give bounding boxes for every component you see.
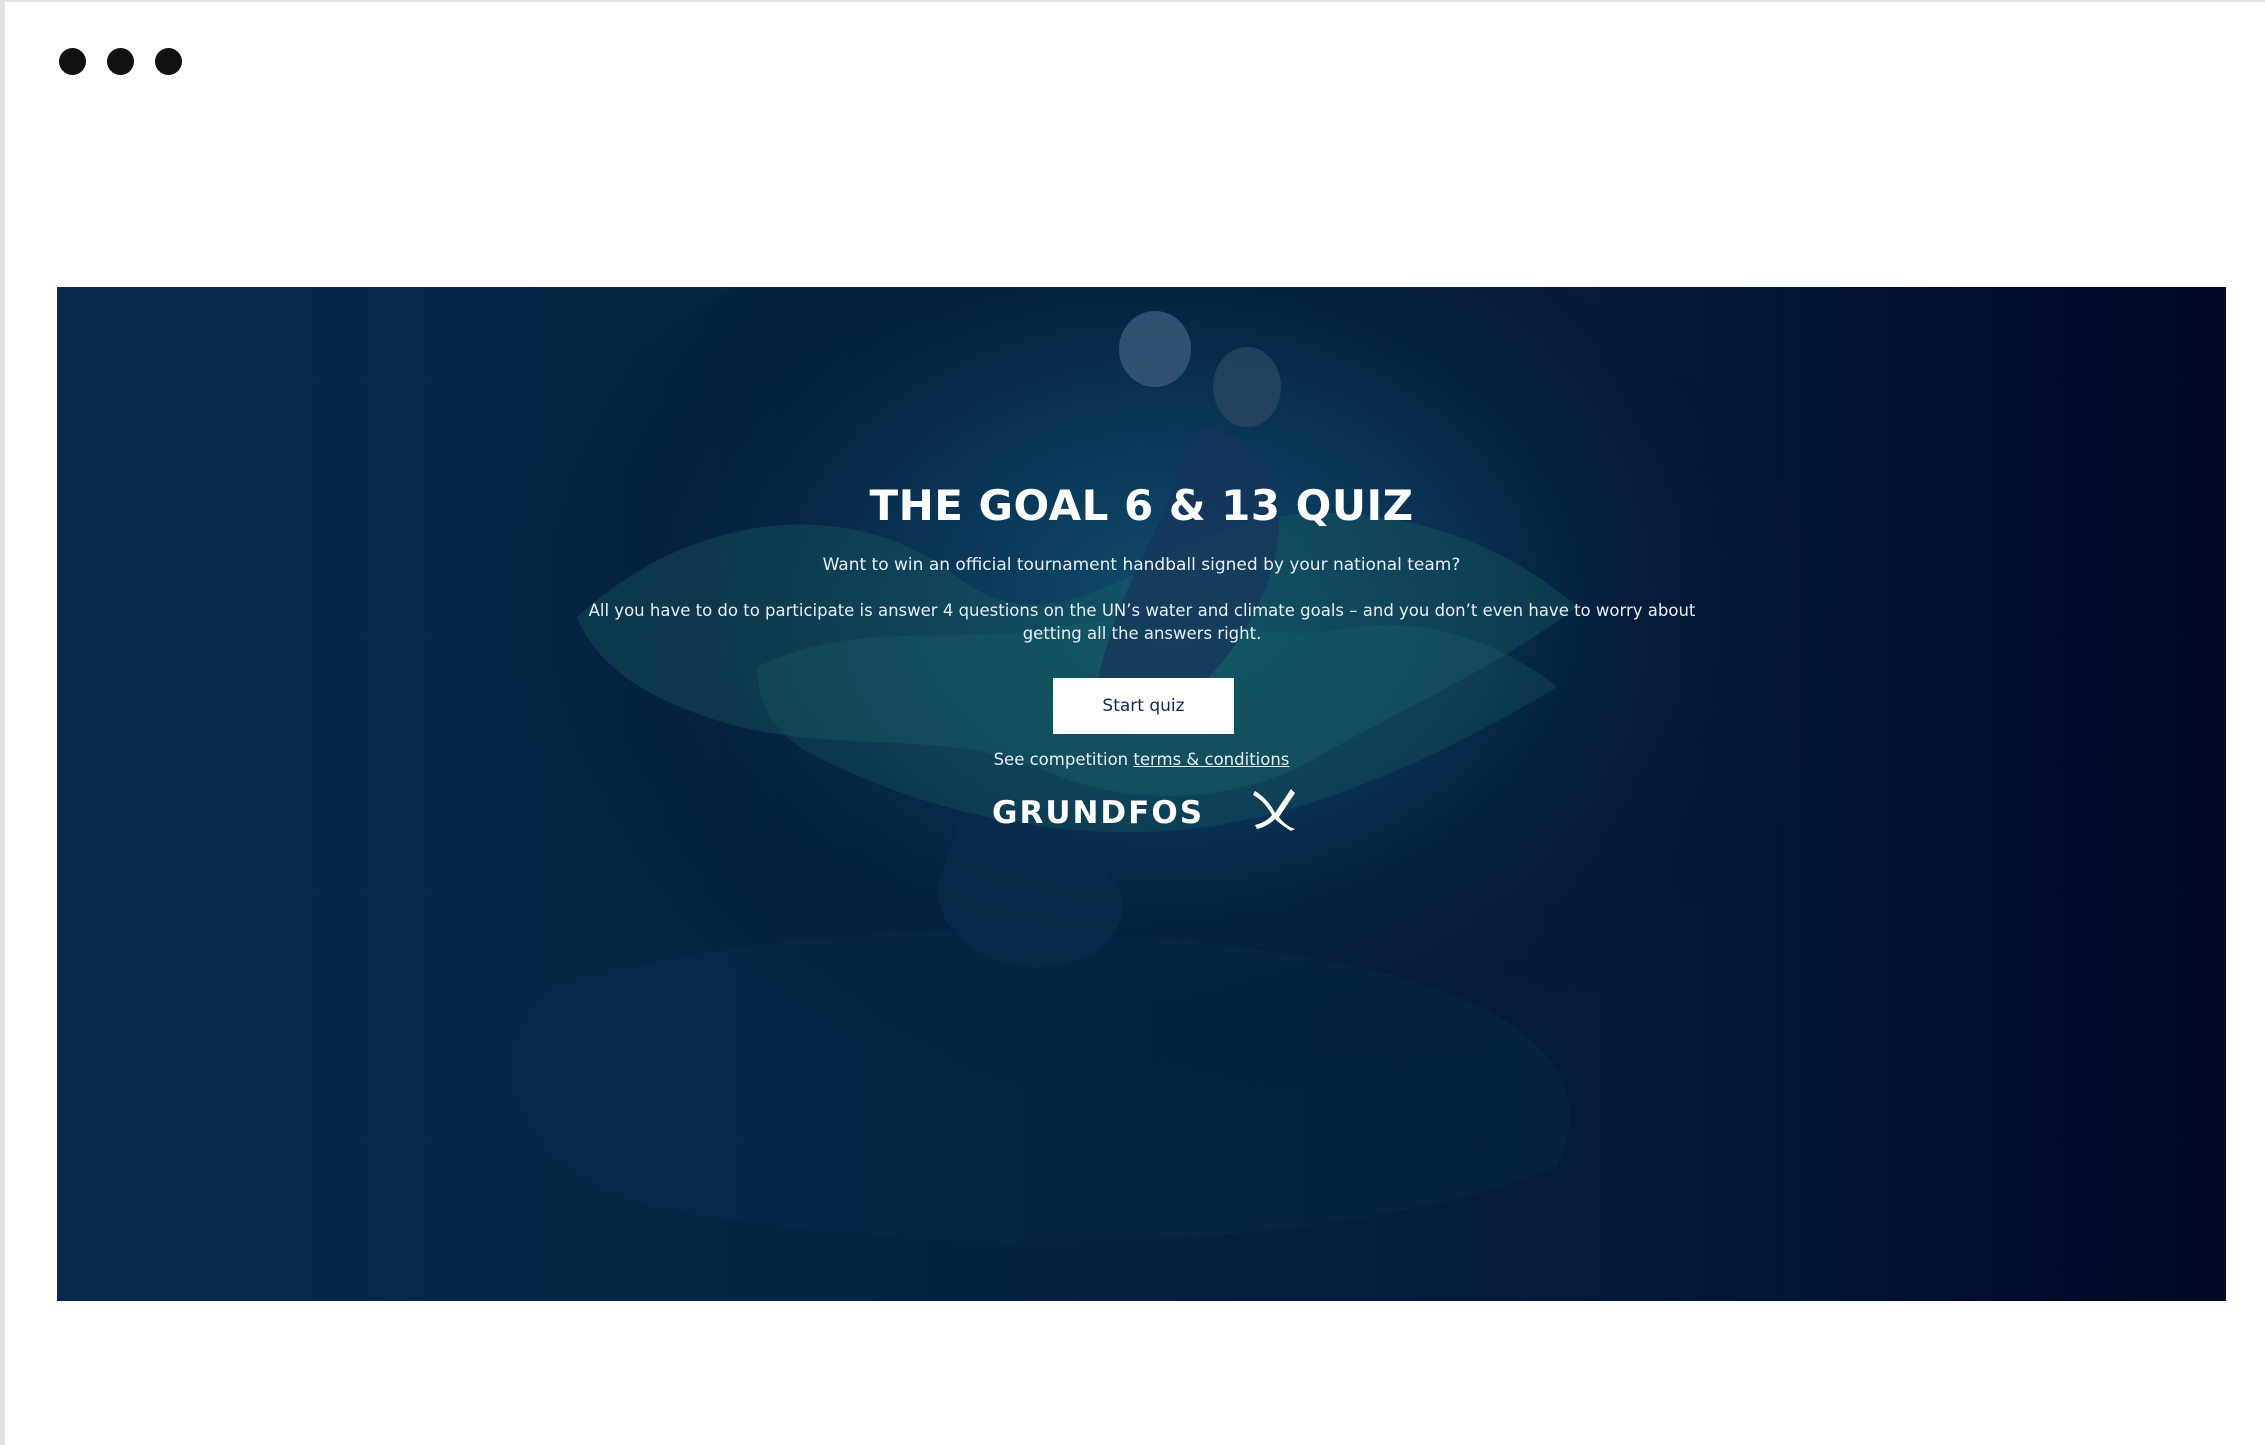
window-dot-icon[interactable]	[107, 48, 134, 75]
logo-wordmark: GRUNDFOS	[992, 795, 1205, 831]
window-controls	[59, 48, 182, 75]
quiz-description: All you have to do to participate is ans…	[588, 601, 1696, 643]
browser-frame: THE GOAL 6 & 13 QUIZ Want to win an offi…	[0, 0, 2265, 1445]
window-dot-icon[interactable]	[155, 48, 182, 75]
grundfos-logo: GRUNDFOS	[992, 787, 1297, 837]
terms-conditions-link[interactable]: terms & conditions	[1133, 750, 1289, 769]
terms-prefix: See competition	[993, 750, 1129, 769]
start-quiz-button[interactable]: Start quiz	[1053, 678, 1234, 734]
terms-line: See competition terms & conditions	[57, 750, 2226, 769]
quiz-title: THE GOAL 6 & 13 QUIZ	[869, 481, 1414, 530]
grundfos-x-icon	[1253, 789, 1295, 831]
quiz-hero-banner: THE GOAL 6 & 13 QUIZ Want to win an offi…	[57, 287, 2226, 1301]
window-dot-icon[interactable]	[59, 48, 86, 75]
quiz-subtitle: Want to win an official tournament handb…	[822, 555, 1461, 575]
